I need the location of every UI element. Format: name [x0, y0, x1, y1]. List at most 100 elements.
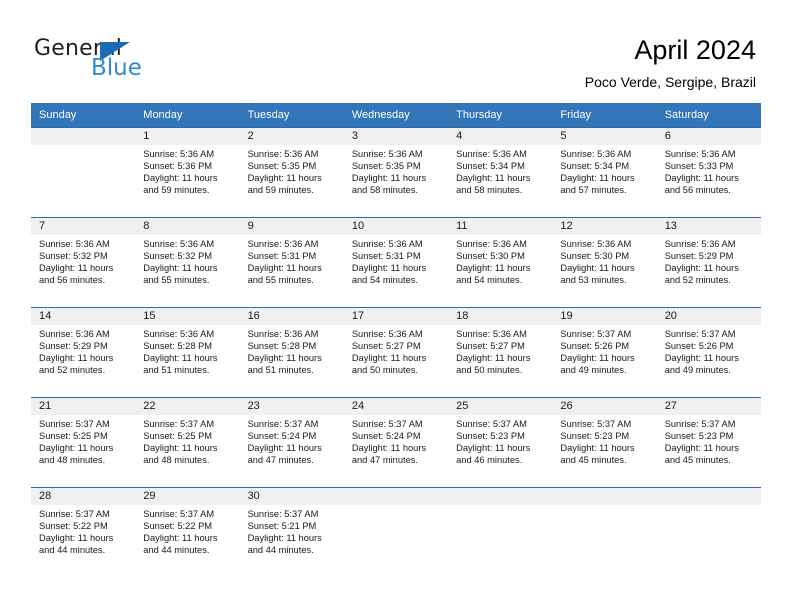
- page-subtitle: Poco Verde, Sergipe, Brazil: [584, 74, 756, 90]
- sunrise-text: Sunrise: 5:36 AM: [143, 329, 215, 339]
- day-cell-14[interactable]: 14 Sunrise: 5:36 AM Sunset: 5:29 PM Dayligh…: [31, 307, 136, 397]
- day-cell-27[interactable]: 27 Sunrise: 5:37 AM Sunset: 5:23 PM Dayligh…: [656, 397, 761, 487]
- daylight-text-line1: Daylight: 11 hours: [143, 532, 218, 543]
- daylight-text-line1: Daylight: 11 hours: [664, 172, 739, 183]
- weekday-header-monday: Monday: [135, 103, 240, 127]
- daylight-text-line1: Daylight: 11 hours: [456, 442, 531, 453]
- day-number: 13: [656, 218, 761, 235]
- daylight-text-line1: Daylight: 11 hours: [456, 262, 531, 273]
- sunset-text: Sunset: 5:24 PM: [247, 430, 317, 441]
- day-cell-17[interactable]: 17 Sunrise: 5:36 AM Sunset: 5:27 PM Dayligh…: [343, 307, 449, 397]
- day-cell-23[interactable]: 23 Sunrise: 5:37 AM Sunset: 5:24 PM Dayligh…: [239, 397, 344, 487]
- calendar-body: 1 Sunrise: 5:36 AM Sunset: 5:36 PM Daylight…: [31, 127, 761, 577]
- day-number: 20: [656, 308, 761, 325]
- day-number: [31, 128, 136, 145]
- sunrise-text: Sunrise: 5:37 AM: [39, 509, 110, 519]
- day-cell-9[interactable]: 9 Sunrise: 5:36 AM Sunset: 5:31 PM Daylight…: [239, 217, 344, 307]
- sunrise-text: Sunrise: 5:37 AM: [560, 419, 632, 429]
- daylight-text-line2: and 49 minutes.: [664, 364, 731, 375]
- daylight-text-line2: and 47 minutes.: [351, 454, 418, 465]
- daylight-text-line2: and 44 minutes.: [247, 544, 314, 555]
- daylight-text-line2: and 59 minutes.: [247, 184, 314, 195]
- day-number: 14: [31, 308, 136, 325]
- calendar-week-row: 28 Sunrise: 5:37 AM Sunset: 5:22 PM Dayligh…: [31, 487, 761, 577]
- day-details: Sunrise: 5:36 AM Sunset: 5:28 PM Daylight:…: [135, 325, 239, 377]
- sunrise-text: Sunrise: 5:37 AM: [247, 509, 319, 519]
- day-cell-22[interactable]: 22 Sunrise: 5:37 AM Sunset: 5:25 PM Dayligh…: [135, 397, 240, 487]
- day-cell-15[interactable]: 15 Sunrise: 5:36 AM Sunset: 5:28 PM Dayligh…: [135, 307, 240, 397]
- daylight-text-line2: and 56 minutes.: [39, 274, 106, 285]
- sunset-text: Sunset: 5:21 PM: [247, 520, 317, 531]
- sunrise-text: Sunrise: 5:37 AM: [247, 419, 319, 429]
- daylight-text-line2: and 52 minutes.: [664, 274, 731, 285]
- day-cell-19[interactable]: 19 Sunrise: 5:37 AM Sunset: 5:26 PM Dayligh…: [552, 307, 657, 397]
- daylight-text-line2: and 55 minutes.: [247, 274, 314, 285]
- day-details: Sunrise: 5:36 AM Sunset: 5:35 PM Daylight:…: [240, 145, 344, 197]
- day-cell-29[interactable]: 29 Sunrise: 5:37 AM Sunset: 5:22 PM Dayligh…: [135, 487, 240, 577]
- daylight-text-line1: Daylight: 11 hours: [351, 262, 427, 273]
- calendar-week-row: 21 Sunrise: 5:37 AM Sunset: 5:25 PM Dayligh…: [31, 397, 761, 487]
- day-number: 11: [448, 218, 553, 235]
- day-details: Sunrise: 5:36 AM Sunset: 5:34 PM Daylight:…: [448, 145, 552, 197]
- sunrise-text: Sunrise: 5:36 AM: [351, 329, 423, 339]
- day-number: 16: [239, 308, 344, 325]
- day-cell-18[interactable]: 18 Sunrise: 5:36 AM Sunset: 5:27 PM Dayligh…: [448, 307, 553, 397]
- day-cell-26[interactable]: 26 Sunrise: 5:37 AM Sunset: 5:23 PM Dayligh…: [552, 397, 657, 487]
- day-number: 8: [135, 218, 240, 235]
- day-cell-11[interactable]: 11 Sunrise: 5:36 AM Sunset: 5:30 PM Dayligh…: [448, 217, 553, 307]
- day-details: Sunrise: 5:36 AM Sunset: 5:30 PM Daylight:…: [552, 235, 656, 287]
- day-cell-21[interactable]: 21 Sunrise: 5:37 AM Sunset: 5:25 PM Dayligh…: [31, 397, 136, 487]
- daylight-text-line1: Daylight: 11 hours: [456, 172, 531, 183]
- day-cell-25[interactable]: 25 Sunrise: 5:37 AM Sunset: 5:23 PM Dayligh…: [448, 397, 553, 487]
- day-cell-4[interactable]: 4 Sunrise: 5:36 AM Sunset: 5:34 PM Daylight…: [448, 127, 553, 217]
- day-number: [656, 488, 761, 505]
- day-number: 12: [552, 218, 657, 235]
- day-cell-10[interactable]: 10 Sunrise: 5:36 AM Sunset: 5:31 PM Dayligh…: [343, 217, 449, 307]
- day-number: 6: [656, 128, 761, 145]
- day-cell-20[interactable]: 20 Sunrise: 5:37 AM Sunset: 5:26 PM Dayligh…: [656, 307, 761, 397]
- weekday-header-saturday: Saturday: [656, 103, 761, 127]
- day-cell-24[interactable]: 24 Sunrise: 5:37 AM Sunset: 5:24 PM Dayligh…: [343, 397, 449, 487]
- day-number: 2: [239, 128, 344, 145]
- daylight-text-line2: and 49 minutes.: [560, 364, 627, 375]
- sunset-text: Sunset: 5:29 PM: [664, 250, 734, 261]
- day-cell-7[interactable]: 7 Sunrise: 5:36 AM Sunset: 5:32 PM Daylight…: [31, 217, 136, 307]
- day-details: Sunrise: 5:37 AM Sunset: 5:24 PM Daylight:…: [240, 415, 344, 467]
- day-cell-28[interactable]: 28 Sunrise: 5:37 AM Sunset: 5:22 PM Dayligh…: [31, 487, 136, 577]
- day-cell-13[interactable]: 13 Sunrise: 5:36 AM Sunset: 5:29 PM Dayligh…: [656, 217, 761, 307]
- daylight-text-line1: Daylight: 11 hours: [143, 352, 218, 363]
- daylight-text-line1: Daylight: 11 hours: [39, 532, 114, 543]
- day-details: Sunrise: 5:37 AM Sunset: 5:25 PM Daylight:…: [31, 415, 135, 467]
- daylight-text-line1: Daylight: 11 hours: [560, 172, 635, 183]
- sunset-text: Sunset: 5:23 PM: [560, 430, 630, 441]
- day-cell-empty: [448, 487, 553, 577]
- general-blue-logo[interactable]: General Blue: [34, 36, 234, 84]
- day-cell-8[interactable]: 8 Sunrise: 5:36 AM Sunset: 5:32 PM Daylight…: [135, 217, 240, 307]
- weekday-header-friday: Friday: [552, 103, 657, 127]
- day-cell-5[interactable]: 5 Sunrise: 5:36 AM Sunset: 5:34 PM Daylight…: [552, 127, 657, 217]
- day-cell-12[interactable]: 12 Sunrise: 5:36 AM Sunset: 5:30 PM Dayligh…: [552, 217, 657, 307]
- day-cell-empty: [31, 127, 136, 217]
- day-cell-16[interactable]: 16 Sunrise: 5:36 AM Sunset: 5:28 PM Dayligh…: [239, 307, 344, 397]
- day-cell-30[interactable]: 30 Sunrise: 5:37 AM Sunset: 5:21 PM Dayligh…: [239, 487, 344, 577]
- day-details: Sunrise: 5:36 AM Sunset: 5:27 PM Daylight:…: [448, 325, 552, 377]
- sunset-text: Sunset: 5:35 PM: [351, 160, 421, 171]
- sunrise-text: Sunrise: 5:36 AM: [143, 239, 215, 249]
- sunrise-text: Sunrise: 5:37 AM: [39, 419, 110, 429]
- calendar-week-row: 7 Sunrise: 5:36 AM Sunset: 5:32 PM Daylight…: [31, 217, 761, 307]
- daylight-text-line2: and 52 minutes.: [39, 364, 106, 375]
- daylight-text-line2: and 56 minutes.: [664, 184, 731, 195]
- sunset-text: Sunset: 5:24 PM: [351, 430, 421, 441]
- day-cell-3[interactable]: 3 Sunrise: 5:36 AM Sunset: 5:35 PM Daylight…: [343, 127, 449, 217]
- sunset-text: Sunset: 5:31 PM: [351, 250, 421, 261]
- day-cell-6[interactable]: 6 Sunrise: 5:36 AM Sunset: 5:33 PM Daylight…: [656, 127, 761, 217]
- day-cell-2[interactable]: 2 Sunrise: 5:36 AM Sunset: 5:35 PM Daylight…: [239, 127, 344, 217]
- day-number: 19: [552, 308, 657, 325]
- daylight-text-line1: Daylight: 11 hours: [39, 442, 114, 453]
- day-number: 27: [656, 398, 761, 415]
- daylight-text-line2: and 46 minutes.: [456, 454, 523, 465]
- sunset-text: Sunset: 5:30 PM: [560, 250, 630, 261]
- daylight-text-line2: and 45 minutes.: [664, 454, 731, 465]
- sunset-text: Sunset: 5:35 PM: [247, 160, 317, 171]
- day-cell-1[interactable]: 1 Sunrise: 5:36 AM Sunset: 5:36 PM Daylight…: [135, 127, 240, 217]
